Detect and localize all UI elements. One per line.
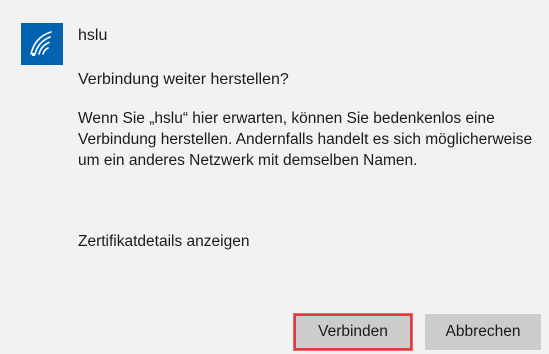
cancel-button[interactable]: Abbrechen bbox=[425, 314, 541, 350]
wifi-icon bbox=[21, 23, 63, 65]
connect-button-label: Verbinden bbox=[318, 323, 388, 340]
network-name: hslu bbox=[78, 27, 108, 44]
wifi-connect-dialog: hslu Verbindung weiter herstellen? Wenn … bbox=[0, 0, 549, 354]
certificate-details-link[interactable]: Zertifikatdetails anzeigen bbox=[78, 232, 249, 252]
cancel-button-label: Abbrechen bbox=[445, 323, 521, 340]
connect-question: Verbindung weiter herstellen? bbox=[78, 71, 289, 88]
connect-button[interactable]: Verbinden bbox=[294, 314, 412, 350]
security-explanation: Wenn Sie „hslu“ hier erwarten, können Si… bbox=[78, 110, 533, 169]
